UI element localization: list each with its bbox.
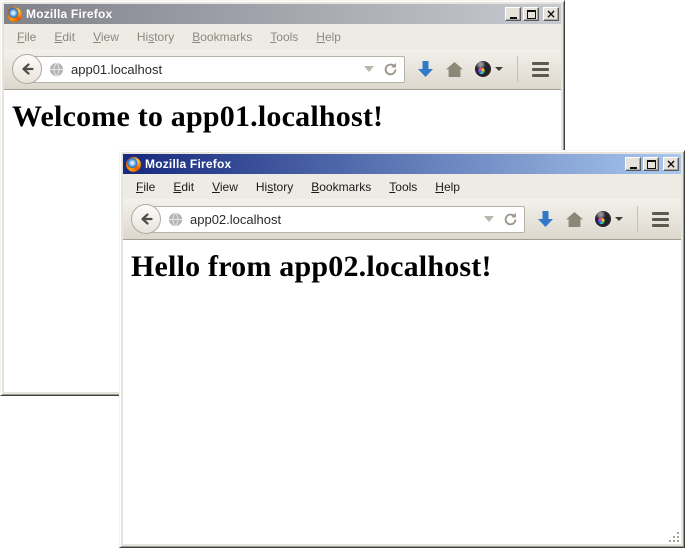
toolbar-separator	[517, 56, 518, 82]
chevron-down-icon	[615, 217, 623, 221]
minimize-button[interactable]	[625, 157, 641, 171]
maximize-button[interactable]	[643, 157, 659, 171]
navigation-toolbar: app01.localhost	[4, 49, 561, 90]
download-button[interactable]	[537, 210, 554, 228]
window-title: Mozilla Firefox	[26, 7, 505, 21]
minimize-icon	[630, 167, 637, 169]
hamburger-menu-button[interactable]	[652, 212, 669, 227]
close-button[interactable]: ×	[663, 157, 679, 171]
menu-edit[interactable]: Edit	[164, 180, 203, 194]
globe-icon[interactable]	[168, 212, 183, 227]
page-heading: Hello from app02.localhost!	[131, 250, 673, 284]
close-button[interactable]: ×	[543, 7, 559, 21]
minimize-button[interactable]	[505, 7, 521, 21]
addon-colorwheel-button[interactable]	[595, 211, 623, 227]
menu-file[interactable]: File	[8, 30, 45, 44]
chevron-down-icon	[495, 67, 503, 71]
menu-view[interactable]: View	[203, 180, 247, 194]
page-content: Hello from app02.localhost!	[123, 240, 681, 544]
download-button[interactable]	[417, 60, 434, 78]
toolbar-icons	[417, 56, 549, 82]
close-icon: ×	[666, 158, 676, 170]
window-controls: ×	[625, 157, 679, 171]
maximize-button[interactable]	[523, 7, 539, 21]
menu-tools[interactable]: Tools	[380, 180, 426, 194]
hamburger-menu-button[interactable]	[532, 62, 549, 77]
url-text: app02.localhost	[190, 212, 484, 227]
globe-icon[interactable]	[49, 62, 64, 77]
menu-bookmarks[interactable]: Bookmarks	[183, 30, 261, 44]
colorwheel-icon	[475, 61, 491, 77]
urlbar-dropdown-icon[interactable]	[364, 66, 374, 72]
titlebar[interactable]: Mozilla Firefox ×	[4, 4, 561, 24]
menu-tools[interactable]: Tools	[261, 30, 307, 44]
back-arrow-icon	[19, 61, 35, 77]
addon-colorwheel-button[interactable]	[475, 61, 503, 77]
resize-grip[interactable]	[668, 531, 680, 543]
maximize-icon	[527, 10, 536, 19]
firefox-icon	[7, 7, 22, 22]
back-arrow-icon	[138, 211, 154, 227]
reload-icon[interactable]	[503, 212, 518, 227]
page-heading: Welcome to app01.localhost!	[12, 100, 553, 134]
maximize-icon	[647, 160, 656, 169]
titlebar[interactable]: Mozilla Firefox ×	[123, 154, 681, 174]
minimize-icon	[510, 17, 517, 19]
menu-help[interactable]: Help	[307, 30, 350, 44]
back-button[interactable]	[131, 204, 161, 234]
menu-help[interactable]: Help	[426, 180, 469, 194]
navigation-toolbar: app02.localhost	[123, 199, 681, 240]
browser-window-app02: Mozilla Firefox × File Edit View History…	[119, 150, 685, 548]
menu-file[interactable]: File	[127, 180, 164, 194]
menu-history[interactable]: History	[128, 30, 183, 44]
close-icon: ×	[546, 8, 556, 20]
home-button[interactable]	[445, 61, 464, 78]
url-bar[interactable]: app01.localhost	[26, 56, 405, 83]
url-bar[interactable]: app02.localhost	[145, 206, 525, 233]
urlbar-dropdown-icon[interactable]	[484, 216, 494, 222]
menubar: File Edit View History Bookmarks Tools H…	[123, 174, 681, 199]
menu-view[interactable]: View	[84, 30, 128, 44]
colorwheel-icon	[595, 211, 611, 227]
menu-history[interactable]: History	[247, 180, 302, 194]
menu-bookmarks[interactable]: Bookmarks	[302, 180, 380, 194]
home-button[interactable]	[565, 211, 584, 228]
menu-edit[interactable]: Edit	[45, 30, 84, 44]
window-controls: ×	[505, 7, 559, 21]
desktop-canvas: Mozilla Firefox × File Edit View History…	[0, 0, 688, 551]
firefox-icon	[126, 157, 141, 172]
reload-icon[interactable]	[383, 62, 398, 77]
window-title: Mozilla Firefox	[145, 157, 625, 171]
toolbar-icons	[537, 206, 669, 232]
menubar: File Edit View History Bookmarks Tools H…	[4, 24, 561, 49]
toolbar-separator	[637, 206, 638, 232]
url-text: app01.localhost	[71, 62, 364, 77]
back-button[interactable]	[12, 54, 42, 84]
